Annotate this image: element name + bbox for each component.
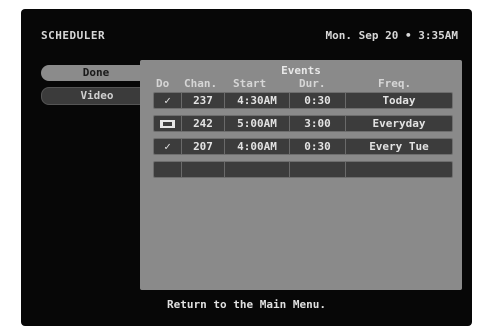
start-time: 5:00AM bbox=[225, 116, 290, 131]
duration: 3:00 bbox=[290, 116, 346, 131]
start-time bbox=[225, 162, 290, 177]
start-time: 4:30AM bbox=[225, 93, 290, 108]
page-title: SCHEDULER bbox=[41, 29, 106, 42]
col-header-do: Do bbox=[156, 77, 170, 90]
col-header-dur: Dur. bbox=[299, 77, 326, 90]
start-time: 4:00AM bbox=[225, 139, 290, 154]
frequency: Today bbox=[382, 94, 416, 107]
event-row-empty[interactable] bbox=[153, 161, 453, 178]
video-button[interactable]: Video bbox=[41, 87, 153, 105]
do-cell[interactable] bbox=[154, 162, 182, 177]
col-header-start: Start bbox=[233, 77, 267, 90]
do-check[interactable]: ✓ bbox=[154, 93, 182, 108]
help-text: Return to the Main Menu. bbox=[167, 298, 326, 311]
col-header-freq: Freq. bbox=[378, 77, 412, 90]
date-time: Mon. Sep 20 • 3:35AM bbox=[325, 29, 458, 42]
record-icon bbox=[160, 120, 175, 128]
event-row[interactable]: 242 5:00AM 3:00 Everyday bbox=[153, 115, 453, 132]
events-title: Events bbox=[281, 64, 321, 77]
channel bbox=[182, 162, 225, 177]
frequency: Everyday bbox=[372, 117, 426, 130]
done-button[interactable]: Done bbox=[41, 65, 151, 81]
tv-screen: SCHEDULER Mon. Sep 20 • 3:35AM Done Vide… bbox=[21, 9, 472, 326]
duration: 0:30 bbox=[290, 93, 346, 108]
event-row[interactable]: ✓ 207 4:00AM 0:30 Every Tue bbox=[153, 138, 453, 155]
channel: 242 bbox=[182, 116, 225, 131]
frequency bbox=[346, 162, 452, 177]
frequency: Every Tue bbox=[369, 140, 429, 153]
channel: 237 bbox=[182, 93, 225, 108]
events-panel: Events Do Chan. Start Dur. Freq. ✓ 237 4… bbox=[140, 60, 462, 290]
do-check[interactable]: ✓ bbox=[154, 139, 182, 154]
duration bbox=[290, 162, 346, 177]
col-header-chan: Chan. bbox=[184, 77, 218, 90]
duration: 0:30 bbox=[290, 139, 346, 154]
event-row[interactable]: ✓ 237 4:30AM 0:30 Today bbox=[153, 92, 453, 109]
do-record[interactable] bbox=[154, 116, 182, 131]
channel: 207 bbox=[182, 139, 225, 154]
